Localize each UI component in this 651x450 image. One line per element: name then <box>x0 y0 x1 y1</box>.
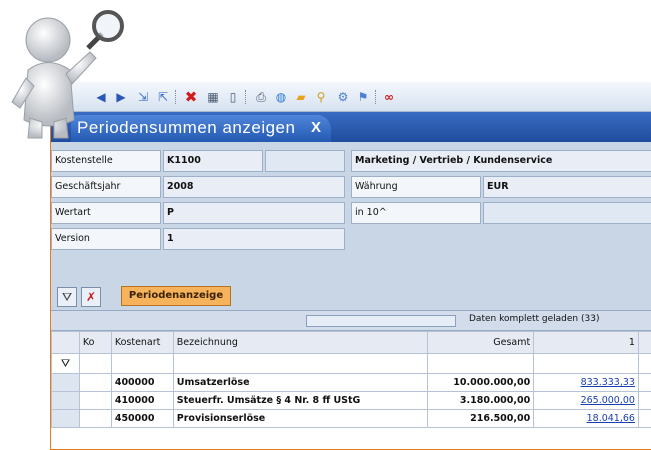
version-label: Version <box>51 228 161 250</box>
filter-cell-period-1[interactable] <box>533 353 639 374</box>
application-window: ◀ ▶ ⇲ ⇱ ✖ ▦ ▯ ⎙ ◍ ▰ ⚲ ⚙ ⚑ ∞ Periodensumm… <box>50 82 651 450</box>
filter-cell-ko[interactable] <box>78 353 112 374</box>
results-grid: Daten komplett geladen (33) Ko Kostenart… <box>51 310 651 449</box>
folder-icon[interactable]: ▰ <box>293 89 309 105</box>
pin-icon[interactable]: ⚲ <box>313 89 329 105</box>
print-icon[interactable]: ⎙ <box>253 89 269 105</box>
kostenstelle-extra-field[interactable] <box>265 150 345 172</box>
wertart-field[interactable]: P <box>163 202 345 224</box>
col-header-kostenart[interactable]: Kostenart <box>110 331 174 354</box>
geschaeftsjahr-label: Geschäftsjahr <box>51 176 161 198</box>
cell-gesamt: 3.180.000,00 <box>427 391 535 410</box>
toolbar-separator <box>175 90 177 104</box>
calculator-icon[interactable]: ▦ <box>205 89 221 105</box>
main-toolbar: ◀ ▶ ⇲ ⇱ ✖ ▦ ▯ ⎙ ◍ ▰ ⚲ ⚙ ⚑ ∞ <box>51 82 651 112</box>
in10-field[interactable] <box>483 202 651 224</box>
row-selector[interactable] <box>51 373 80 392</box>
cell-gesamt: 10.000.000,00 <box>427 373 535 392</box>
cell-bezeichnung: Umsatzerlöse <box>172 373 429 392</box>
new-doc-icon[interactable]: ▯ <box>225 89 241 105</box>
table-filter-row: ⛛ <box>51 353 651 374</box>
geschaeftsjahr-field[interactable]: 2008 <box>163 176 345 198</box>
row-selector-header[interactable] <box>51 331 80 354</box>
version-field[interactable]: 1 <box>163 228 345 250</box>
col-header-gesamt[interactable]: Gesamt <box>427 331 535 354</box>
col-header-period-1[interactable]: 1 <box>533 331 639 354</box>
row-selector[interactable] <box>51 409 80 428</box>
export-icon[interactable]: ⇲ <box>135 89 151 105</box>
cell-period-1-link[interactable]: 18.041,66 <box>533 409 639 428</box>
document-tabbar: Periodensummen anzeigen X <box>51 112 651 142</box>
filter-icon[interactable]: ⛛ <box>57 287 77 307</box>
cell-extra <box>637 409 651 428</box>
globe-icon[interactable]: ◍ <box>273 89 289 105</box>
kostenstelle-field[interactable]: K1100 <box>163 150 263 172</box>
periodenanzeige-button[interactable]: Periodenanzeige <box>121 286 231 306</box>
toolbar-separator <box>375 90 377 104</box>
cell-extra <box>637 373 651 392</box>
cell-kostenart: 400000 <box>110 373 174 392</box>
settings-icon[interactable]: ⚙ <box>335 89 351 105</box>
cell-kostenart: 410000 <box>110 391 174 410</box>
row-selector[interactable] <box>51 391 80 410</box>
import-icon[interactable]: ⇱ <box>155 89 171 105</box>
toolbar-separator <box>245 90 247 104</box>
cell-period-1-link[interactable]: 833.333,33 <box>533 373 639 392</box>
filter-row-icon[interactable]: ⛛ <box>51 353 80 374</box>
kostenstelle-label: Kostenstelle <box>51 150 161 172</box>
table-row[interactable]: 400000 Umsatzerlöse 10.000.000,00 833.33… <box>51 373 651 392</box>
mascot-magnifier-figure <box>11 10 124 139</box>
clear-filter-icon[interactable]: ✗ <box>81 287 101 307</box>
col-header-bezeichnung[interactable]: Bezeichnung <box>172 331 429 354</box>
cell-gesamt: 216.500,00 <box>427 409 535 428</box>
filter-cell-extra <box>637 353 651 374</box>
cell-ko <box>78 391 112 410</box>
table-row[interactable]: 410000 Steuerfr. Umsätze § 4 Nr. 8 ff US… <box>51 391 651 410</box>
delete-icon[interactable]: ✖ <box>183 89 199 105</box>
waehrung-field[interactable]: EUR <box>483 176 651 198</box>
cell-ko <box>78 373 112 392</box>
waehrung-label: Währung <box>351 176 481 198</box>
filter-cell-kostenart[interactable] <box>110 353 174 374</box>
in10-label: in 10^ <box>351 202 481 224</box>
cell-ko <box>78 409 112 428</box>
grid-status-row: Daten komplett geladen (33) <box>51 311 651 331</box>
table-header-row: Ko Kostenart Bezeichnung Gesamt 1 <box>51 331 651 354</box>
filter-cell-gesamt[interactable] <box>427 353 535 374</box>
cell-bezeichnung: Steuerfr. Umsätze § 4 Nr. 8 ff UStG <box>172 391 429 410</box>
kostenstelle-description: Marketing / Vertrieb / Kundenservice <box>351 150 651 172</box>
load-progress-bar <box>306 315 456 327</box>
link-icon[interactable]: ∞ <box>381 89 397 105</box>
grid-toolbar: ⛛ ✗ Periodenanzeige <box>51 282 651 310</box>
cell-period-1-link[interactable]: 265.000,00 <box>533 391 639 410</box>
col-header-extra <box>637 331 651 354</box>
filter-cell-bezeichnung[interactable] <box>172 353 429 374</box>
wertart-label: Wertart <box>51 202 161 224</box>
table-row[interactable]: 450000 Provisionserlöse 216.500,00 18.04… <box>51 409 651 428</box>
cell-bezeichnung: Provisionserlöse <box>172 409 429 428</box>
cell-kostenart: 450000 <box>110 409 174 428</box>
tab-close-button[interactable]: X <box>311 119 321 136</box>
kostenarten-table: Ko Kostenart Bezeichnung Gesamt 1 ⛛ 4000… <box>51 331 651 428</box>
load-status-text: Daten komplett geladen (33) <box>469 314 600 324</box>
col-header-ko[interactable]: Ko <box>78 331 112 354</box>
cell-extra <box>637 391 651 410</box>
help-icon[interactable]: ⚑ <box>355 89 371 105</box>
